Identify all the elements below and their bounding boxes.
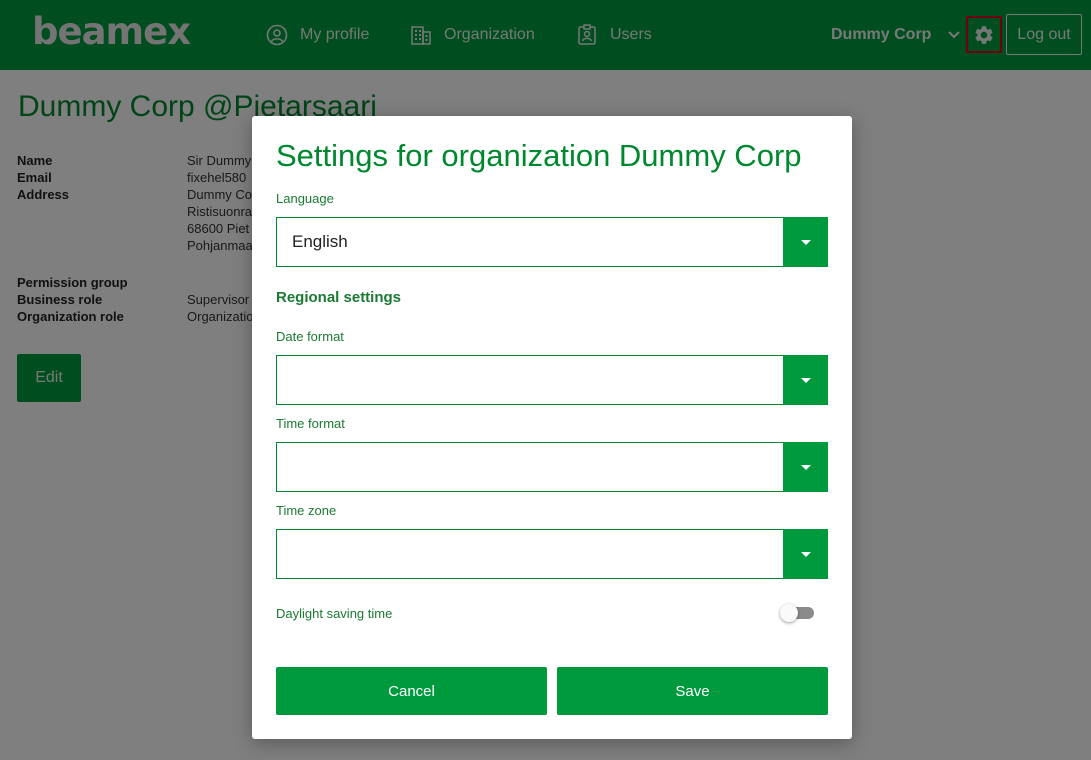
time-format-label: Time format (276, 416, 345, 431)
toggle-knob (780, 604, 798, 622)
date-format-label: Date format (276, 329, 344, 344)
dropdown-arrow-button[interactable] (783, 442, 828, 492)
caret-down-icon (800, 551, 811, 557)
cancel-button[interactable]: Cancel (276, 667, 547, 715)
time-format-select[interactable] (276, 442, 828, 492)
caret-down-icon (800, 464, 811, 470)
daylight-saving-toggle[interactable] (780, 604, 816, 622)
language-select[interactable]: English (276, 217, 828, 267)
caret-down-icon (800, 377, 811, 383)
save-button[interactable]: Save (557, 667, 828, 715)
caret-down-icon (800, 239, 811, 245)
daylight-saving-label: Daylight saving time (276, 606, 393, 621)
dropdown-arrow-button[interactable] (783, 529, 828, 579)
organization-settings-dialog: Settings for organization Dummy Corp Lan… (252, 116, 852, 739)
date-format-select[interactable] (276, 355, 828, 405)
dropdown-arrow-button[interactable] (783, 355, 828, 405)
language-value: English (292, 232, 348, 251)
time-zone-select[interactable] (276, 529, 828, 579)
dropdown-arrow-button[interactable] (783, 217, 828, 267)
dialog-title: Settings for organization Dummy Corp (276, 138, 802, 173)
language-label: Language (276, 191, 334, 206)
regional-settings-heading: Regional settings (276, 289, 402, 306)
time-zone-label: Time zone (276, 503, 337, 518)
